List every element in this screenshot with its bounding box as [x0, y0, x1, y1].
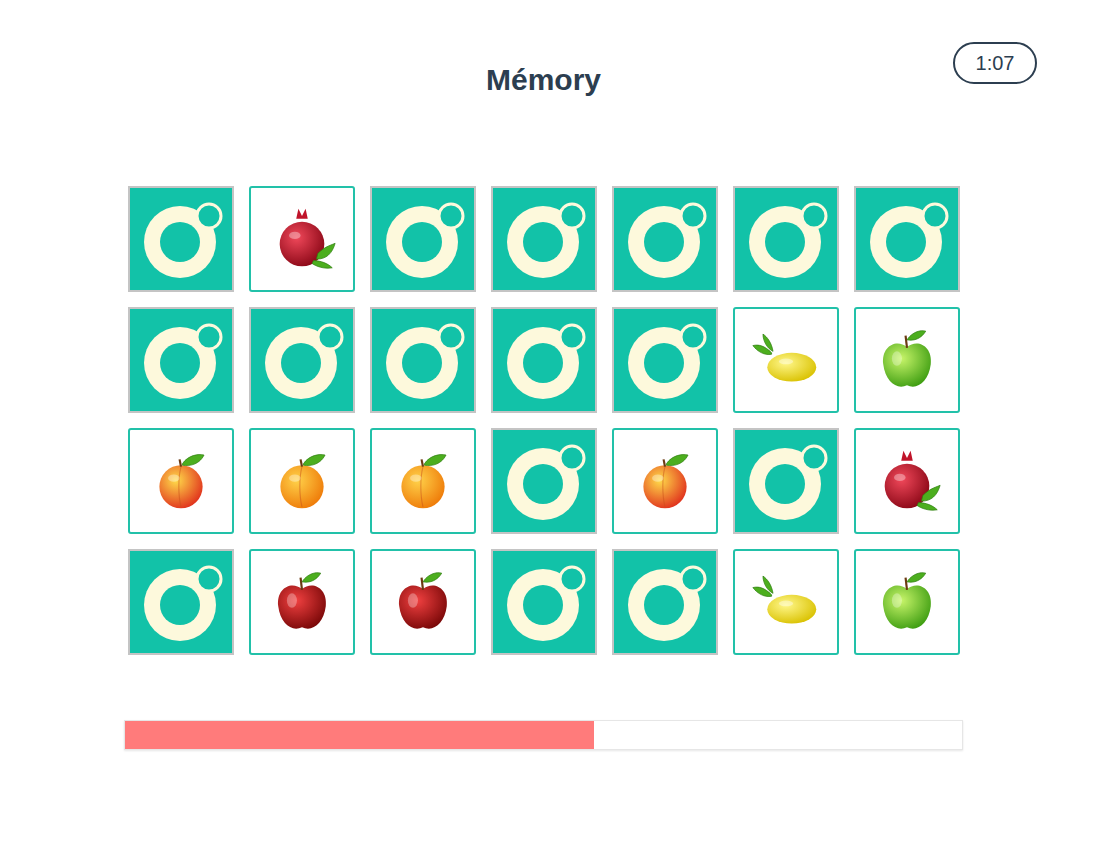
card-back-icon: [493, 188, 595, 290]
card-back-icon: [614, 188, 716, 290]
card-face-down[interactable]: [612, 307, 718, 413]
card-face-up[interactable]: [249, 549, 355, 655]
card-face-down[interactable]: [249, 307, 355, 413]
card-back-icon: [493, 430, 595, 532]
card-back-icon: [614, 309, 716, 411]
card-face-up[interactable]: [854, 307, 960, 413]
card-back-icon: [614, 551, 716, 653]
card-back-icon: [251, 309, 353, 411]
card-back-icon: [493, 309, 595, 411]
card-back-icon: [130, 551, 232, 653]
card-face-down[interactable]: [612, 186, 718, 292]
card-face-down[interactable]: [128, 549, 234, 655]
card-face-up[interactable]: [733, 549, 839, 655]
page: Mémory 1:07: [0, 0, 1111, 857]
card-face-up[interactable]: [854, 549, 960, 655]
card-face-down[interactable]: [128, 307, 234, 413]
card-face-up[interactable]: [128, 428, 234, 534]
card-face-down[interactable]: [491, 307, 597, 413]
card-face-down[interactable]: [733, 428, 839, 534]
card-face-up[interactable]: [249, 186, 355, 292]
apricot-icon: [387, 445, 459, 517]
card-face-down[interactable]: [854, 186, 960, 292]
card-face-down[interactable]: [128, 186, 234, 292]
progress-bar: [124, 720, 963, 750]
header: Mémory1:07: [124, 62, 963, 98]
card-face-up[interactable]: [370, 428, 476, 534]
card-face-up[interactable]: [733, 307, 839, 413]
card-back-icon: [372, 188, 474, 290]
card-face-down[interactable]: [370, 307, 476, 413]
card-back-icon: [130, 309, 232, 411]
card-face-up[interactable]: [854, 428, 960, 534]
lemon-icon: [750, 566, 822, 638]
apricot-icon: [266, 445, 338, 517]
card-back-icon: [735, 430, 837, 532]
pomegranate-icon: [266, 203, 338, 275]
peach-icon: [629, 445, 701, 517]
red-apple-icon: [387, 566, 459, 638]
pomegranate-icon: [871, 445, 943, 517]
lemon-icon: [750, 324, 822, 396]
green-apple-icon: [871, 324, 943, 396]
card-back-icon: [735, 188, 837, 290]
title: Mémory: [486, 62, 601, 98]
card-face-down[interactable]: [733, 186, 839, 292]
peach-icon: [145, 445, 217, 517]
card-back-icon: [856, 188, 958, 290]
card-back-icon: [372, 309, 474, 411]
card-back-icon: [493, 551, 595, 653]
card-back-icon: [130, 188, 232, 290]
card-face-down[interactable]: [491, 549, 597, 655]
green-apple-icon: [871, 566, 943, 638]
red-apple-icon: [266, 566, 338, 638]
card-grid: [124, 186, 963, 655]
game: Mémory1:07: [124, 0, 963, 750]
card-face-down[interactable]: [612, 549, 718, 655]
progress-fill: [125, 721, 594, 749]
card-face-down[interactable]: [491, 428, 597, 534]
timer: 1:07: [953, 42, 1037, 84]
card-face-up[interactable]: [370, 549, 476, 655]
card-face-up[interactable]: [249, 428, 355, 534]
card-face-up[interactable]: [612, 428, 718, 534]
card-face-down[interactable]: [370, 186, 476, 292]
card-face-down[interactable]: [491, 186, 597, 292]
